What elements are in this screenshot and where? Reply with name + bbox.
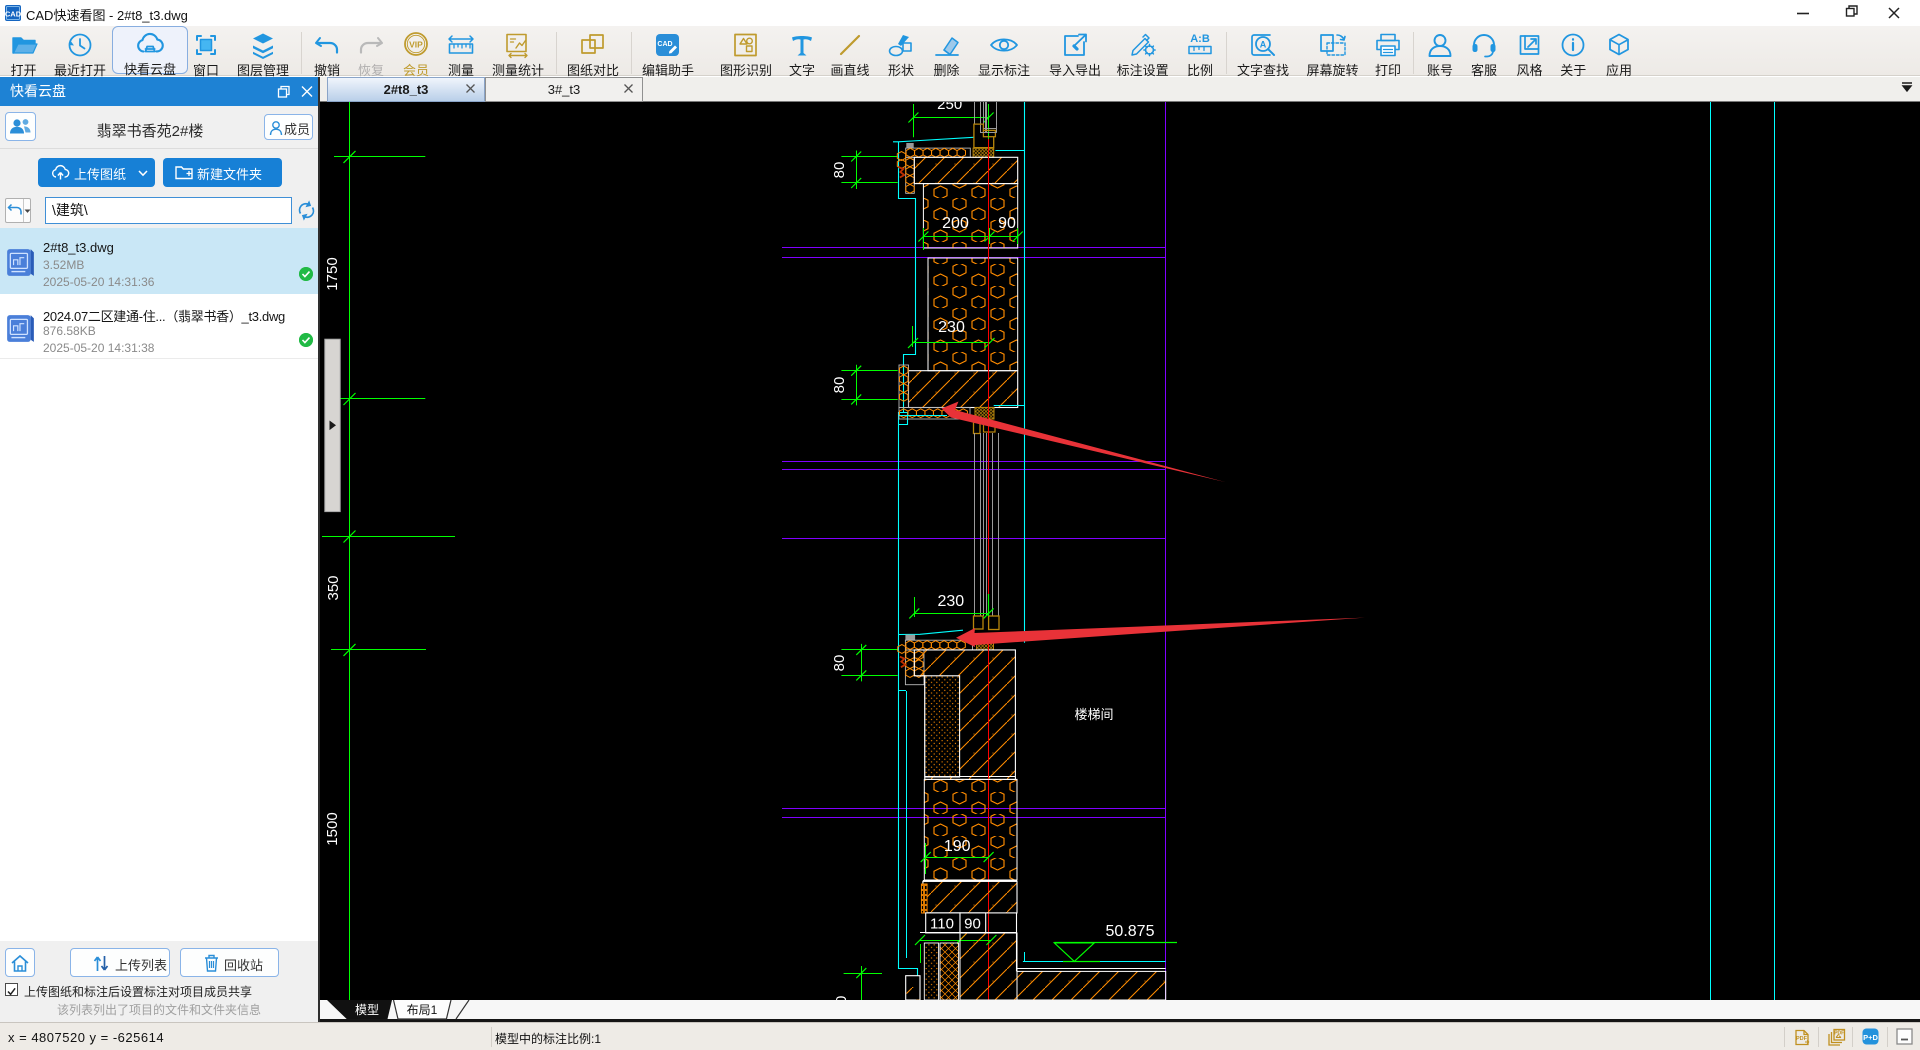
svg-text:CAD: CAD — [5, 10, 21, 19]
svg-text:200: 200 — [942, 215, 969, 232]
svg-text:190: 190 — [944, 838, 971, 855]
svg-text:90: 90 — [964, 916, 981, 933]
svg-text:110: 110 — [930, 916, 954, 933]
svg-text:80: 80 — [831, 162, 848, 179]
svg-text:VIP: VIP — [409, 40, 423, 50]
svg-text:CAD: CAD — [657, 41, 672, 48]
svg-text:楼梯间: 楼梯间 — [1074, 707, 1113, 722]
svg-text:1750: 1750 — [324, 257, 341, 290]
svg-text:90: 90 — [998, 215, 1016, 232]
svg-text:230: 230 — [938, 319, 965, 336]
svg-text:P+D: P+D — [1863, 1033, 1878, 1042]
svg-text:A: A — [1260, 40, 1267, 50]
svg-text:80: 80 — [831, 377, 848, 394]
svg-text:350: 350 — [325, 575, 342, 600]
svg-text:A:B: A:B — [1190, 33, 1210, 45]
svg-text:230: 230 — [937, 593, 964, 610]
svg-text:250: 250 — [937, 102, 962, 113]
svg-text:1500: 1500 — [324, 812, 341, 845]
svg-text:80: 80 — [831, 655, 848, 672]
svg-text:模型: 模型 — [355, 1003, 379, 1017]
svg-text:布局1: 布局1 — [407, 1003, 438, 1017]
svg-text:50.875: 50.875 — [1106, 923, 1155, 940]
svg-text:PDF: PDF — [1796, 1036, 1808, 1042]
